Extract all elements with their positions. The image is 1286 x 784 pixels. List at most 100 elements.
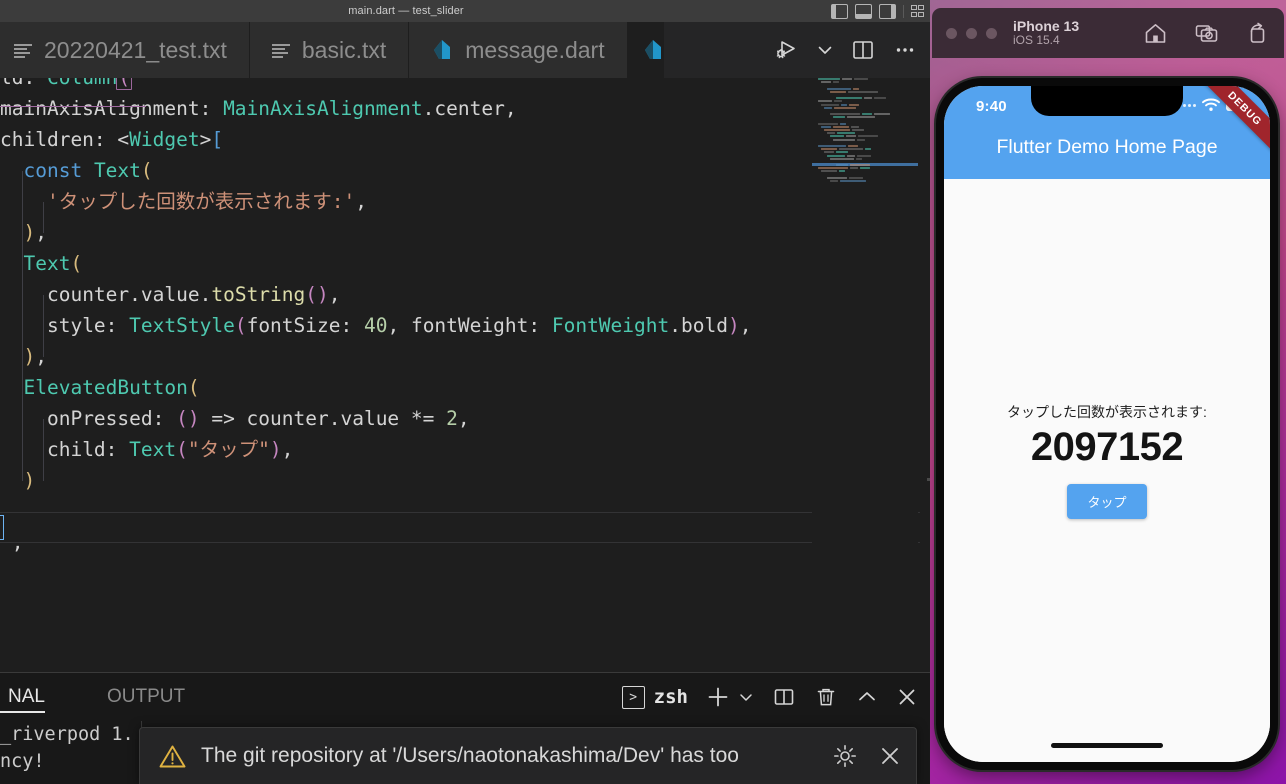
new-terminal-icon[interactable] (706, 685, 730, 709)
simulator-device-info: iPhone 13 iOS 15.4 (1013, 18, 1079, 48)
counter-value: 2097152 (1030, 425, 1184, 469)
code-line[interactable]: const Text( (0, 155, 751, 186)
chevron-down-icon[interactable] (816, 41, 834, 59)
device-notch (1031, 86, 1183, 116)
layout-panel-icon[interactable] (855, 3, 872, 19)
code-token: Text (23, 252, 71, 275)
code-token: () (305, 283, 329, 306)
code-line[interactable]: , (0, 527, 751, 558)
panel-tab-output[interactable]: OUTPUT (99, 673, 193, 721)
code-line[interactable]: ), (0, 217, 751, 248)
code-token: Text (93, 159, 141, 182)
minimap-row (818, 78, 918, 80)
home-icon[interactable] (1143, 21, 1168, 46)
text-file-icon (271, 42, 290, 58)
panel-tab-label: OUTPUT (106, 686, 186, 707)
code-line[interactable]: style: TextStyle(fontSize: 40, fontWeigh… (0, 310, 751, 341)
code-token: ( (70, 252, 83, 275)
code-line[interactable]: children: <Widget>[ (0, 124, 751, 155)
code-editor[interactable]: ld: Column(mainAxisAlignment: MainAxisAl… (0, 78, 932, 672)
close-icon[interactable] (878, 744, 902, 768)
layout-sidebar-left-icon[interactable] (831, 3, 848, 19)
code-token: , (35, 221, 47, 244)
screenshot-icon[interactable] (1194, 21, 1219, 46)
code-line[interactable]: ElevatedButton( (0, 372, 751, 403)
code-token: ) (23, 345, 36, 368)
window-controls[interactable] (946, 27, 997, 39)
code-token: Column (47, 78, 117, 89)
code-line[interactable]: mainAxisAlignment: MainAxisAlignment.cen… (0, 93, 751, 124)
window-title: main.dart — test_slider (348, 5, 464, 17)
bracket-match-underline (0, 106, 146, 107)
phone-screen[interactable]: 9:40 Flutter Demo Home Page DEBUG タップした回… (944, 86, 1270, 762)
shell-name: zsh (653, 686, 688, 708)
code-token: .center, (422, 97, 517, 120)
code-line[interactable]: Text( (0, 248, 751, 279)
code-token: , (457, 407, 470, 430)
code-line[interactable]: ) (0, 465, 751, 496)
close-panel-icon[interactable] (896, 686, 918, 708)
minimap-row (821, 148, 918, 151)
panel-tab-terminal[interactable]: NAL (0, 673, 53, 721)
code-token: => counter.value *= (199, 407, 447, 430)
more-actions-icon[interactable] (892, 37, 918, 63)
code-token: , (0, 531, 24, 554)
minimap-row (821, 125, 918, 128)
code-token: children: < (0, 128, 130, 151)
split-editor-icon[interactable] (850, 37, 876, 63)
code-token: , (281, 438, 294, 461)
run-and-debug-icon[interactable] (774, 37, 800, 63)
minimap-row (833, 94, 918, 96)
code-token: ( (176, 438, 188, 461)
maximize-panel-icon[interactable] (856, 686, 878, 708)
code-token: style: (46, 314, 130, 337)
minimap-row (821, 81, 918, 84)
layout-grid-icon[interactable] (911, 5, 924, 17)
code-line[interactable]: onPressed: () => counter.value *= 2, (0, 403, 751, 434)
minimap-row (824, 174, 918, 176)
code-content[interactable]: ld: Column(mainAxisAlignment: MainAxisAl… (0, 78, 751, 558)
code-line[interactable]: ld: Column( (0, 78, 751, 93)
app-bar: 9:40 Flutter Demo Home Page DEBUG (944, 86, 1270, 179)
dart-file-icon (642, 38, 663, 62)
tab-main-dart[interactable] (627, 22, 664, 78)
code-line[interactable]: child: Text("タップ"), (0, 434, 751, 465)
tab-message-dart[interactable]: message.dart (409, 22, 628, 78)
minimap-row (824, 106, 918, 109)
minimap-row (836, 186, 918, 188)
minimap-row (824, 151, 918, 154)
code-line[interactable] (0, 496, 751, 527)
tab-basic-txt[interactable]: basic.txt (249, 22, 410, 78)
text-file-icon (14, 42, 32, 58)
minimap-row (821, 103, 918, 106)
code-line[interactable]: 'タップした回数が表示されます:', (0, 186, 751, 217)
rotate-icon[interactable] (1245, 21, 1270, 46)
minimap-row (827, 176, 918, 179)
minimap-row (833, 138, 918, 141)
minimap-row (833, 183, 918, 185)
minimap-row (827, 87, 918, 90)
tap-button[interactable]: タップ (1067, 484, 1147, 519)
split-terminal-icon[interactable] (772, 685, 796, 709)
code-token: ( (187, 376, 200, 399)
layout-sidebar-right-icon[interactable] (879, 3, 896, 19)
code-line[interactable]: counter.value.toString(), (0, 279, 751, 310)
active-terminal-chip[interactable]: > zsh (621, 685, 688, 709)
app-body: タップした回数が表示されます: 2097152 タップ (944, 179, 1270, 762)
code-token: ) (23, 221, 36, 244)
editor-tabbar: 20220421_test.txt basic.txt message.dart (0, 22, 932, 78)
chevron-down-icon[interactable] (738, 689, 754, 705)
iphone-device-frame: 9:40 Flutter Demo Home Page DEBUG タップした回… (936, 78, 1278, 770)
counter-label: タップした回数が表示されます: (1007, 404, 1207, 420)
editor-minimap[interactable] (812, 78, 918, 672)
code-token: Widget (129, 128, 200, 151)
screen-root: main.dart — test_slider 20220421_test.tx… (0, 0, 1286, 784)
gear-icon[interactable] (832, 743, 858, 769)
code-token: 40 (363, 314, 388, 337)
code-token: MainAxisAlignment (223, 97, 423, 120)
tab-20220421-test-txt[interactable]: 20220421_test.txt (0, 22, 250, 78)
minimap-row (830, 113, 918, 116)
minimap-row (824, 129, 918, 131)
kill-terminal-icon[interactable] (814, 685, 838, 709)
code-line[interactable]: ), (0, 341, 751, 372)
